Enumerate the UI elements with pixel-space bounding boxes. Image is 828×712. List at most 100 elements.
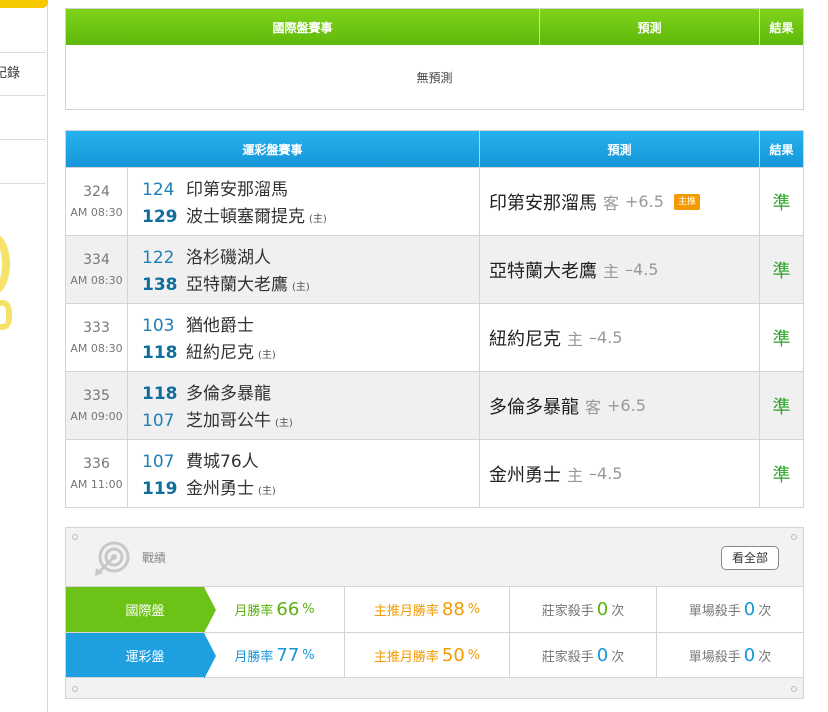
game-time: AM 08:30 [70, 206, 123, 219]
home-tag: (主) [275, 417, 293, 429]
match-cell: 103 猶他爵士 118 紐約尼克 (主) [128, 304, 480, 371]
result-cell: 準 [772, 192, 791, 214]
times-unit: 次 [611, 649, 625, 665]
home-score: 107 [142, 410, 175, 431]
prediction-cell: 金州勇士 主 –4.5 [480, 440, 760, 507]
monthly-win-rate-value: 77 [276, 644, 300, 666]
record-row-label: 國際盤 [66, 587, 216, 633]
home-team-name[interactable]: 亞特蘭大老鷹 [186, 270, 288, 295]
away-team-name[interactable]: 費城76人 [186, 447, 259, 472]
away-score: 124 [142, 179, 175, 200]
away-score: 122 [142, 247, 175, 268]
single-killer-label: 單場殺手 [688, 604, 741, 619]
view-all-button[interactable]: 看全部 [720, 546, 779, 570]
away-score: 103 [142, 315, 175, 336]
match-cell: 118 多倫多暴龍 107 芝加哥公牛 (主) [128, 372, 480, 439]
away-team-line: 122 洛杉磯湖人 [142, 243, 479, 270]
away-team-line: 107 費城76人 [142, 447, 479, 474]
percent-sign: % [302, 647, 315, 663]
single-killer-label: 單場殺手 [688, 649, 741, 665]
away-team-line: 103 猶他爵士 [142, 311, 479, 338]
banker-killer: 莊家殺手 0 次 [509, 633, 656, 677]
home-team-line: 107 芝加哥公牛 (主) [142, 406, 479, 433]
prediction-cell: 印第安那溜馬 客 +6.5 主推 [480, 168, 760, 235]
game-id-cell: 334 AM 08:30 [66, 236, 128, 303]
home-team-name[interactable]: 紐約尼克 [186, 338, 254, 363]
record-row-label: 運彩盤 [66, 633, 216, 679]
single-killer-value: 0 [743, 599, 756, 620]
game-id-cell: 324 AM 08:30 [66, 168, 128, 235]
predicted-line: –4.5 [589, 464, 623, 483]
record-row-label-text: 國際盤 [125, 604, 165, 619]
monthly-win-rate-value: 66 [276, 599, 300, 620]
sidebar-active-tab[interactable] [0, 0, 48, 8]
home-team-name[interactable]: 波士頓塞爾提克 [186, 202, 305, 227]
home-team-line: 138 亞特蘭大老鷹 (主) [142, 270, 479, 297]
sidebar-item-blank-2[interactable] [0, 140, 46, 184]
game-id-cell: 336 AM 11:00 [66, 440, 128, 507]
single-killer: 單場殺手 0 次 [656, 587, 803, 632]
game-number: 334 [83, 252, 110, 268]
away-team-name[interactable]: 洛杉磯湖人 [186, 243, 271, 268]
result-cell: 準 [772, 396, 791, 418]
away-team-name[interactable]: 多倫多暴龍 [186, 379, 271, 404]
predicted-team: 亞特蘭大老鷹 [489, 260, 597, 282]
home-team-name[interactable]: 芝加哥公牛 [186, 406, 271, 431]
prediction-cell: 紐約尼克 主 –4.5 [480, 304, 760, 371]
home-tag: (主) [309, 213, 327, 225]
intl-table-header: 國際盤賽事 預測 結果 [66, 9, 803, 45]
top-pick-win-rate-value: 88 [441, 599, 465, 620]
predicted-team: 紐約尼克 [489, 328, 561, 350]
predicted-side: 客 [603, 193, 620, 213]
away-score: 118 [142, 383, 178, 404]
predicted-line: +6.5 [625, 192, 664, 211]
table-row: 324 AM 08:30 124 印第安那溜馬 129 波士頓塞爾提克 (主) … [66, 167, 803, 235]
predicted-team: 金州勇士 [489, 464, 561, 486]
sidebar-decoration [0, 232, 10, 296]
record-row: 運彩盤 月勝率 77 % 主推月勝率 50 % 莊家殺手 0 次 單場殺手 0 … [66, 632, 803, 679]
record-title: 戰績 [142, 551, 167, 565]
home-tag: (主) [258, 349, 276, 361]
intl-header-pred: 預測 [540, 9, 760, 45]
arrow-shape [204, 633, 216, 679]
home-score: 138 [142, 274, 178, 295]
arrow-shape [204, 587, 216, 633]
predicted-team: 多倫多暴龍 [489, 396, 579, 418]
game-id-cell: 335 AM 09:00 [66, 372, 128, 439]
prediction-cell: 多倫多暴龍 客 +6.5 [480, 372, 760, 439]
away-team-name[interactable]: 印第安那溜馬 [186, 175, 288, 200]
lottery-table-header: 運彩盤賽事 預測 結果 [66, 131, 803, 167]
monthly-win-rate-label: 月勝率 [234, 604, 274, 619]
record-row: 國際盤 月勝率 66 % 主推月勝率 88 % 莊家殺手 0 次 單場殺手 0 … [66, 586, 803, 633]
single-killer-value: 0 [743, 644, 756, 666]
monthly-win-rate: 月勝率 77 % [204, 633, 344, 677]
away-team-line: 118 多倫多暴龍 [142, 379, 479, 406]
game-number: 335 [83, 388, 110, 404]
top-pick-win-rate-label: 主推月勝率 [373, 604, 439, 619]
away-team-line: 124 印第安那溜馬 [142, 175, 479, 202]
table-row: 334 AM 08:30 122 洛杉磯湖人 138 亞特蘭大老鷹 (主) 亞特… [66, 235, 803, 303]
sidebar-item-blank-1[interactable] [0, 96, 46, 140]
top-pick-badge: 主推 [673, 193, 700, 210]
result-cell: 準 [772, 464, 791, 486]
home-team-line: 129 波士頓塞爾提克 (主) [142, 202, 479, 229]
sidebar-item-record[interactable]: 記錄 [0, 52, 46, 96]
game-time: AM 08:30 [70, 342, 123, 355]
banker-killer-label: 莊家殺手 [541, 649, 594, 665]
predicted-line: +6.5 [607, 396, 646, 415]
lottery-header-result: 結果 [769, 142, 794, 157]
away-team-name[interactable]: 猶他爵士 [186, 311, 254, 336]
intl-empty-message: 無預測 [416, 70, 453, 85]
away-score: 107 [142, 451, 175, 472]
intl-header-match: 國際盤賽事 [66, 9, 540, 45]
home-team-line: 118 紐約尼克 (主) [142, 338, 479, 365]
predicted-side: 主 [567, 329, 584, 349]
game-time: AM 11:00 [70, 478, 123, 491]
top-pick-win-rate-label: 主推月勝率 [373, 649, 439, 665]
game-number: 333 [83, 320, 110, 336]
record-panel: 戰績 看全部 國際盤 月勝率 66 % 主推月勝率 88 % 莊家殺手 0 次 … [65, 527, 804, 699]
record-grid: 國際盤 月勝率 66 % 主推月勝率 88 % 莊家殺手 0 次 單場殺手 0 … [66, 586, 803, 679]
sidebar-item-label: 記錄 [0, 66, 21, 81]
home-team-name[interactable]: 金州勇士 [186, 474, 254, 499]
monthly-win-rate-label: 月勝率 [234, 649, 274, 665]
